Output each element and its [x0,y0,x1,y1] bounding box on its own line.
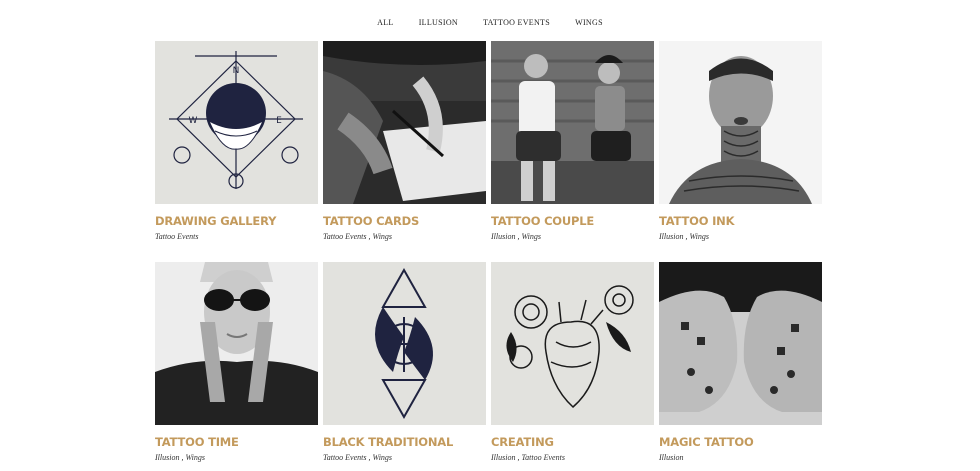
portfolio-categories: Illusion [659,453,684,462]
portfolio-item: BLACK TRADITIONAL Tattoo Events , Wings [323,262,486,462]
portfolio-title[interactable]: TATTOO TIME [155,435,318,449]
svg-text:N: N [233,66,240,76]
portfolio-categories: Tattoo Events [155,232,199,241]
portfolio-categories: Illusion , Wings [155,453,206,462]
portfolio-title[interactable]: TATTOO COUPLE [491,214,654,228]
portfolio-categories: Tattoo Events , Wings [323,232,393,241]
portfolio-image-tattoo-cards[interactable] [323,41,486,204]
portfolio-item: TATTOO CARDS Tattoo Events , Wings [323,41,486,241]
filter-bar: ALL ILLUSION TATTOO EVENTS WINGS [0,10,980,29]
portfolio-image-tattoo-couple[interactable] [491,41,654,204]
filter-illusion[interactable]: ILLUSION [419,18,458,27]
portfolio-image-tattoo-time[interactable] [155,262,318,425]
portfolio-categories: Illusion , Tattoo Events [491,453,565,462]
portfolio-categories: Illusion , Wings [491,232,542,241]
portfolio-item: TATTOO COUPLE Illusion , Wings [491,41,654,241]
portfolio-image-drawing-gallery[interactable]: N W E [155,41,318,204]
portfolio-item: N W E DRAWING GALLERY Tattoo Events [155,41,318,241]
svg-text:E: E [276,116,282,126]
filter-tattoo-events[interactable]: TATTOO EVENTS [483,18,550,27]
portfolio-title[interactable]: DRAWING GALLERY [155,214,318,228]
portfolio-title[interactable]: MAGIC TATTOO [659,435,822,449]
filter-wings[interactable]: WINGS [575,18,603,27]
portfolio-image-black-traditional[interactable] [323,262,486,425]
svg-text:W: W [189,116,198,126]
portfolio-title[interactable]: CREATING [491,435,654,449]
portfolio-image-tattoo-ink[interactable] [659,41,822,204]
portfolio-item: MAGIC TATTOO Illusion [659,262,822,462]
filter-all[interactable]: ALL [377,18,393,27]
portfolio-title[interactable]: TATTOO INK [659,214,822,228]
portfolio-image-magic-tattoo[interactable] [659,262,822,425]
portfolio-image-creating[interactable] [491,262,654,425]
portfolio-categories: Tattoo Events , Wings [323,453,393,462]
portfolio-title[interactable]: TATTOO CARDS [323,214,486,228]
portfolio-categories: Illusion , Wings [659,232,710,241]
portfolio-item: CREATING Illusion , Tattoo Events [491,262,654,462]
portfolio-item: TATTOO TIME Illusion , Wings [155,262,318,462]
portfolio-title[interactable]: BLACK TRADITIONAL [323,435,486,449]
portfolio-item: TATTOO INK Illusion , Wings [659,41,822,241]
